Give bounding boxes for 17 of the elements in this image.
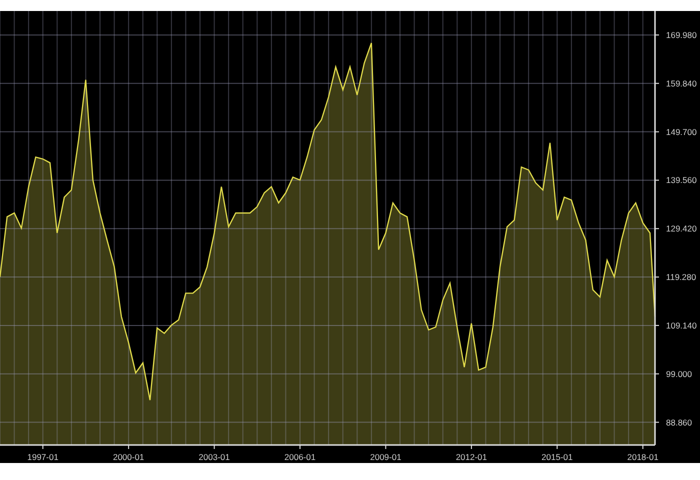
y-tick-label: 169.980: [666, 30, 697, 40]
x-tick-label: 2018-01: [627, 452, 658, 462]
x-tick-label: 2003-01: [198, 452, 230, 462]
x-tick-label: 2012-01: [456, 452, 488, 462]
y-tick-label: 129.420: [666, 224, 697, 234]
y-tick-label: 139.560: [666, 175, 697, 186]
x-tick-label: 2009-01: [370, 452, 402, 462]
x-tick-label: 1997-01: [27, 452, 58, 462]
x-tick-label: 2015-01: [542, 452, 573, 462]
x-tick-label: 2000-01: [112, 452, 144, 462]
y-tick-label: 88.860: [666, 417, 692, 428]
y-tick-label: 149.700: [666, 126, 697, 137]
y-tick-label: 119.280: [666, 272, 696, 282]
y-tick-label: 99.000: [666, 368, 692, 379]
y-tick-label: 109.140: [666, 320, 697, 330]
y-tick-label: 159.840: [666, 78, 697, 88]
x-tick-label: 2006-01: [284, 452, 316, 462]
